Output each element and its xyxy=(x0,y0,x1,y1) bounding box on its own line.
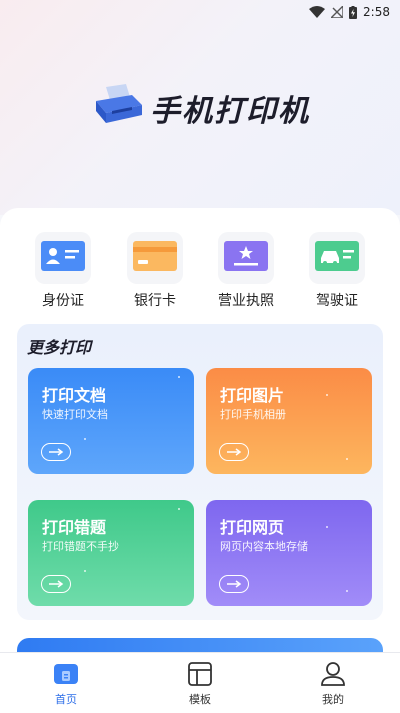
business-license-icon xyxy=(224,241,268,275)
printer-logo-icon xyxy=(92,83,144,125)
tab-label: 首页 xyxy=(55,693,77,706)
print-webpage-card[interactable]: 打印网页 网页内容本地存储 xyxy=(206,500,372,606)
print-wrong-questions-card[interactable]: 打印错题 打印错题不手抄 xyxy=(28,500,194,606)
driver-license-icon xyxy=(315,241,359,275)
battery-charging-icon xyxy=(349,5,358,19)
quick-action-label: 身份证 xyxy=(42,293,84,309)
print-document-card[interactable]: 打印文档 快速打印文档 xyxy=(28,368,194,474)
card-subtitle: 打印手机相册 xyxy=(220,408,286,421)
print-image-card[interactable]: 打印图片 打印手机相册 xyxy=(206,368,372,474)
arrow-right-icon[interactable] xyxy=(41,443,71,461)
card-title: 打印图片 xyxy=(220,386,285,405)
quick-action-label: 驾驶证 xyxy=(316,293,358,309)
quick-action-business-license[interactable]: 营业执照 xyxy=(211,232,281,310)
quick-actions: 身份证 银行卡 营业执照 驾驶证 xyxy=(0,232,400,312)
arrow-right-icon[interactable] xyxy=(219,575,249,593)
card-title: 打印错题 xyxy=(42,518,107,537)
bank-card-icon xyxy=(133,241,177,275)
quick-action-id-card[interactable]: 身份证 xyxy=(28,232,98,310)
template-icon xyxy=(187,661,213,687)
status-bar: 2:58 xyxy=(0,0,400,24)
tab-label: 模板 xyxy=(189,693,211,706)
tab-profile[interactable]: 我的 xyxy=(298,661,368,707)
card-subtitle: 网页内容本地存储 xyxy=(220,540,308,553)
profile-icon xyxy=(320,661,346,687)
arrow-right-icon[interactable] xyxy=(219,443,249,461)
id-card-icon xyxy=(41,241,85,275)
card-title: 打印网页 xyxy=(220,518,285,537)
quick-action-bank-card[interactable]: 银行卡 xyxy=(120,232,190,310)
card-subtitle: 打印错题不手抄 xyxy=(42,540,119,553)
bottom-tab-bar: 首页 模板 我的 xyxy=(0,652,400,713)
no-signal-icon xyxy=(331,6,344,18)
card-subtitle: 快速打印文档 xyxy=(42,408,108,421)
app-title: 手机打印机 xyxy=(150,94,310,129)
tab-label: 我的 xyxy=(322,693,344,706)
wifi-icon xyxy=(309,6,326,18)
tab-home[interactable]: 首页 xyxy=(31,661,101,707)
status-time: 2:58 xyxy=(363,5,390,19)
more-print-title: 更多打印 xyxy=(27,338,92,357)
quick-action-label: 银行卡 xyxy=(134,293,176,309)
quick-action-label: 营业执照 xyxy=(218,293,274,309)
card-title: 打印文档 xyxy=(42,386,107,405)
arrow-right-icon[interactable] xyxy=(41,575,71,593)
home-icon xyxy=(53,661,79,687)
tab-template[interactable]: 模板 xyxy=(165,661,235,707)
quick-action-driver-license[interactable]: 驾驶证 xyxy=(302,232,372,310)
